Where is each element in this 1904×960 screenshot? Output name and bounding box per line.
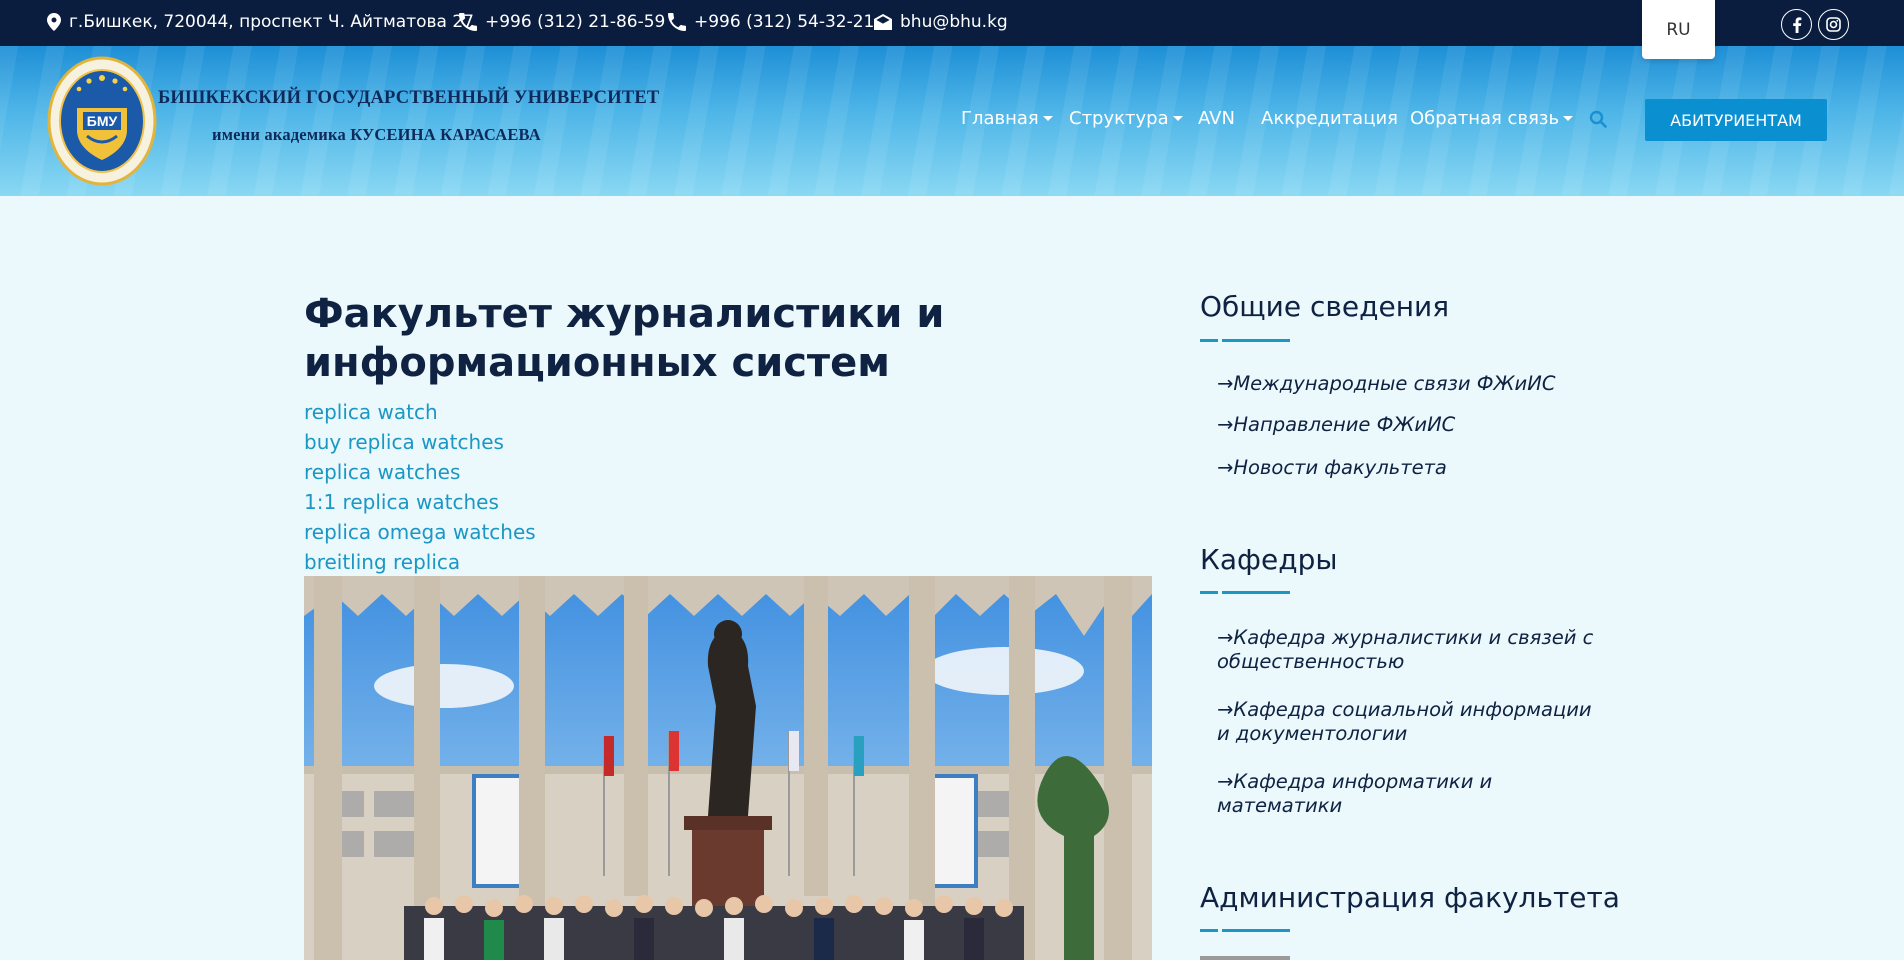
phone1-item[interactable]: +996 (312) 21-86-59 bbox=[459, 12, 665, 32]
sidebar-item-dept-informatics[interactable]: →Кафедра информатики и математики bbox=[1217, 770, 1597, 818]
address-text: г.Бишкек, 720044, проспект Ч. Айтматова … bbox=[69, 12, 474, 32]
heading-underline bbox=[1200, 591, 1290, 594]
sidebar-item-dept-journalism-label[interactable]: Кафедра журналистики и связей с обществе… bbox=[1217, 626, 1593, 673]
phone-icon bbox=[459, 13, 477, 31]
address-item: г.Бишкек, 720044, проспект Ч. Айтматова … bbox=[47, 12, 474, 32]
university-name[interactable]: БИШКЕКСКИЙ ГОСУДАРСТВЕННЫЙ УНИВЕРСИТЕТ и… bbox=[158, 88, 659, 145]
email-text[interactable]: bhu@bhu.kg bbox=[900, 12, 1008, 32]
university-logo[interactable]: БМУ bbox=[47, 56, 157, 186]
sidebar-item-dept-informatics-label[interactable]: Кафедра информатики и математики bbox=[1217, 770, 1492, 817]
sidebar-item-direction[interactable]: →Направление ФЖиИС bbox=[1217, 413, 1597, 437]
chevron-down-icon bbox=[1172, 116, 1183, 121]
sidebar-item-international[interactable]: →Международные связи ФЖиИС bbox=[1217, 372, 1597, 396]
sidebar-item-dept-social-info-label[interactable]: Кафедра социальной информации и документ… bbox=[1217, 698, 1592, 745]
nav-accreditation-label[interactable]: Аккредитация bbox=[1261, 108, 1398, 129]
email-item[interactable]: bhu@bhu.kg bbox=[874, 12, 1008, 32]
link-replica-watch[interactable]: replica watch bbox=[304, 397, 536, 427]
link-breitling-replica[interactable]: breitling replica bbox=[304, 547, 536, 577]
arrow-right-icon: → bbox=[1217, 413, 1234, 436]
arrow-right-icon: → bbox=[1217, 372, 1234, 395]
link-replica-watches[interactable]: replica watches bbox=[304, 457, 536, 487]
instagram-button[interactable] bbox=[1818, 9, 1849, 40]
sidebar-item-direction-label[interactable]: Направление ФЖиИС bbox=[1233, 413, 1455, 436]
links-list: replica watch buy replica watches replic… bbox=[304, 397, 536, 577]
instagram-icon bbox=[1826, 17, 1841, 32]
envelope-icon bbox=[874, 14, 892, 30]
university-name-line1: БИШКЕКСКИЙ ГОСУДАРСТВЕННЫЙ УНИВЕРСИТЕТ bbox=[158, 88, 660, 108]
heading-underline bbox=[1200, 929, 1290, 932]
nav-accreditation[interactable]: Аккредитация bbox=[1261, 108, 1398, 129]
link-buy-replica-watches[interactable]: buy replica watches bbox=[304, 427, 536, 457]
map-pin-icon bbox=[47, 13, 61, 31]
facebook-icon bbox=[1792, 16, 1801, 33]
search-icon bbox=[1589, 110, 1607, 128]
sidebar-item-dept-social-info[interactable]: →Кафедра социальной информации и докумен… bbox=[1217, 698, 1597, 746]
applicants-button[interactable]: АБИТУРИЕНТАМ bbox=[1645, 99, 1827, 141]
site-header: БМУ БИШКЕКСКИЙ ГОСУДАРСТВЕННЫЙ УНИВЕРСИТ… bbox=[0, 46, 1904, 196]
link-replica-omega-watches[interactable]: replica omega watches bbox=[304, 517, 536, 547]
chevron-down-icon bbox=[1563, 116, 1574, 121]
nav-avn-label[interactable]: AVN bbox=[1198, 108, 1235, 129]
sidebar-item-dept-journalism[interactable]: →Кафедра журналистики и связей с обществ… bbox=[1217, 626, 1597, 674]
general-info-heading: Общие сведения bbox=[1200, 290, 1450, 323]
arrow-right-icon: → bbox=[1217, 626, 1234, 649]
phone2-text[interactable]: +996 (312) 54-32-21 bbox=[694, 12, 874, 32]
facebook-button[interactable] bbox=[1781, 9, 1812, 40]
search-button[interactable] bbox=[1589, 110, 1607, 132]
nav-avn[interactable]: AVN bbox=[1198, 108, 1235, 129]
nav-feedback[interactable]: Обратная связь bbox=[1410, 108, 1574, 129]
phone1-text[interactable]: +996 (312) 21-86-59 bbox=[485, 12, 665, 32]
top-info-bar: г.Бишкек, 720044, проспект Ч. Айтматова … bbox=[0, 0, 1904, 46]
faculty-group-photo bbox=[304, 576, 1152, 960]
arrow-right-icon: → bbox=[1217, 698, 1234, 721]
university-name-line2: имени академика КУСЕИНА КАРАСАЕВА bbox=[212, 125, 541, 144]
nav-main[interactable]: Главная bbox=[961, 108, 1053, 129]
link-1-1-replica-watches[interactable]: 1:1 replica watches bbox=[304, 487, 536, 517]
page-title: Факультет журналистики и информационных … bbox=[304, 291, 945, 386]
phone2-item[interactable]: +996 (312) 54-32-21 bbox=[668, 12, 874, 32]
nav-main-label[interactable]: Главная bbox=[961, 108, 1039, 129]
logo-text: БМУ bbox=[87, 113, 118, 129]
sidebar-item-news-label[interactable]: Новости факультета bbox=[1233, 456, 1447, 479]
language-selector[interactable]: RU bbox=[1642, 0, 1715, 59]
sidebar-item-international-label[interactable]: Международные связи ФЖиИС bbox=[1233, 372, 1555, 395]
applicants-button-label[interactable]: АБИТУРИЕНТАМ bbox=[1670, 111, 1802, 130]
language-label[interactable]: RU bbox=[1666, 20, 1690, 40]
departments-heading: Кафедры bbox=[1200, 543, 1338, 576]
nav-structure[interactable]: Структура bbox=[1069, 108, 1183, 129]
arrow-right-icon: → bbox=[1217, 770, 1234, 793]
nav-structure-label[interactable]: Структура bbox=[1069, 108, 1169, 129]
administration-photo bbox=[1200, 956, 1290, 960]
heading-underline bbox=[1200, 339, 1290, 342]
sidebar-item-news[interactable]: →Новости факультета bbox=[1217, 456, 1597, 480]
arrow-right-icon: → bbox=[1217, 456, 1234, 479]
chevron-down-icon bbox=[1042, 116, 1053, 121]
administration-heading: Администрация факультета bbox=[1200, 881, 1620, 914]
nav-feedback-label[interactable]: Обратная связь bbox=[1410, 108, 1559, 129]
phone-icon bbox=[668, 13, 686, 31]
